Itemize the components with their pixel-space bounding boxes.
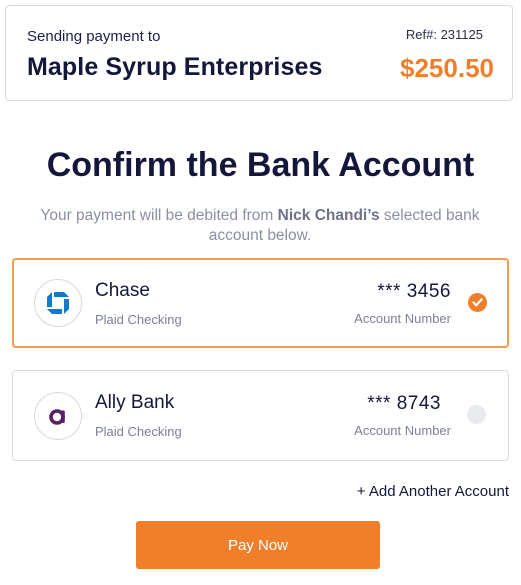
unselected-radio-icon[interactable]: [467, 405, 486, 424]
account-number-caption: Account Number: [354, 423, 451, 438]
payment-amount: $250.50: [400, 53, 494, 83]
account-type: Plaid Checking: [95, 312, 182, 327]
payee-name: Maple Syrup Enterprises: [27, 53, 323, 81]
page-title: Confirm the Bank Account: [46, 146, 475, 184]
masked-account-number: *** 3456: [377, 281, 451, 302]
bank-name: Ally Bank: [95, 392, 175, 413]
account-type: Plaid Checking: [95, 424, 182, 439]
account-card-chase[interactable]: Chase Plaid Checking *** 3456 Account Nu…: [12, 258, 509, 348]
selected-check-icon[interactable]: [468, 293, 487, 312]
pay-now-button[interactable]: Pay Now: [136, 521, 380, 569]
account-number-caption: Account Number: [354, 311, 451, 326]
page-subtitle: Your payment will be debited from Nick C…: [20, 206, 500, 246]
masked-account-number: *** 8743: [367, 393, 441, 414]
ally-logo-icon: [34, 392, 82, 440]
sending-label: Sending payment to: [27, 28, 161, 45]
add-another-account-link[interactable]: + Add Another Account: [357, 483, 509, 500]
chase-logo-icon: [34, 279, 82, 327]
reference-number: Ref#: 231125: [405, 27, 483, 42]
bank-name: Chase: [95, 280, 150, 301]
subtitle-prefix: Your payment will be debited from: [40, 207, 278, 224]
account-holder-name: Nick Chandi’s: [277, 207, 380, 224]
payment-summary-card: Sending payment to Ref#: 231125 Maple Sy…: [5, 5, 513, 101]
account-card-ally[interactable]: Ally Bank Plaid Checking *** 8743 Accoun…: [12, 370, 509, 461]
